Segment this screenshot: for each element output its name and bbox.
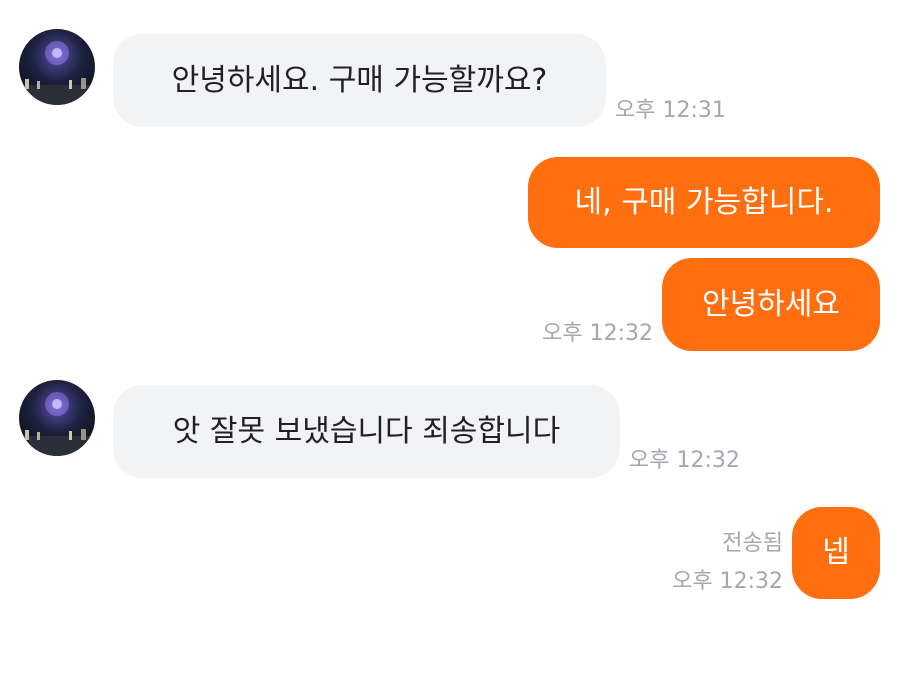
message-bubble-outgoing[interactable]: 넵 — [792, 507, 880, 599]
message-bubble-incoming[interactable]: 앗 잘못 보냈습니다 죄송합니다 — [113, 385, 620, 478]
message-timestamp: 오후 12:31 — [615, 98, 726, 123]
delivery-status: 전송됨 — [722, 531, 783, 556]
message-bubble-outgoing[interactable]: 안녕하세요 — [662, 258, 880, 351]
chat-thread: 안녕하세요. 구매 가능할까요? 오후 12:31 네, 구매 가능합니다. 오… — [0, 0, 900, 695]
message-timestamp: 오후 12:32 — [542, 321, 653, 346]
sender-avatar[interactable] — [19, 380, 95, 456]
avatar-image-icon — [19, 392, 95, 456]
avatar-image-icon — [19, 41, 95, 105]
sender-avatar[interactable] — [19, 29, 95, 105]
message-bubble-incoming[interactable]: 안녕하세요. 구매 가능할까요? — [113, 34, 606, 127]
message-timestamp: 오후 12:32 — [629, 448, 740, 473]
message-timestamp: 오후 12:32 — [672, 569, 783, 594]
message-bubble-outgoing[interactable]: 네, 구매 가능합니다. — [528, 157, 880, 248]
